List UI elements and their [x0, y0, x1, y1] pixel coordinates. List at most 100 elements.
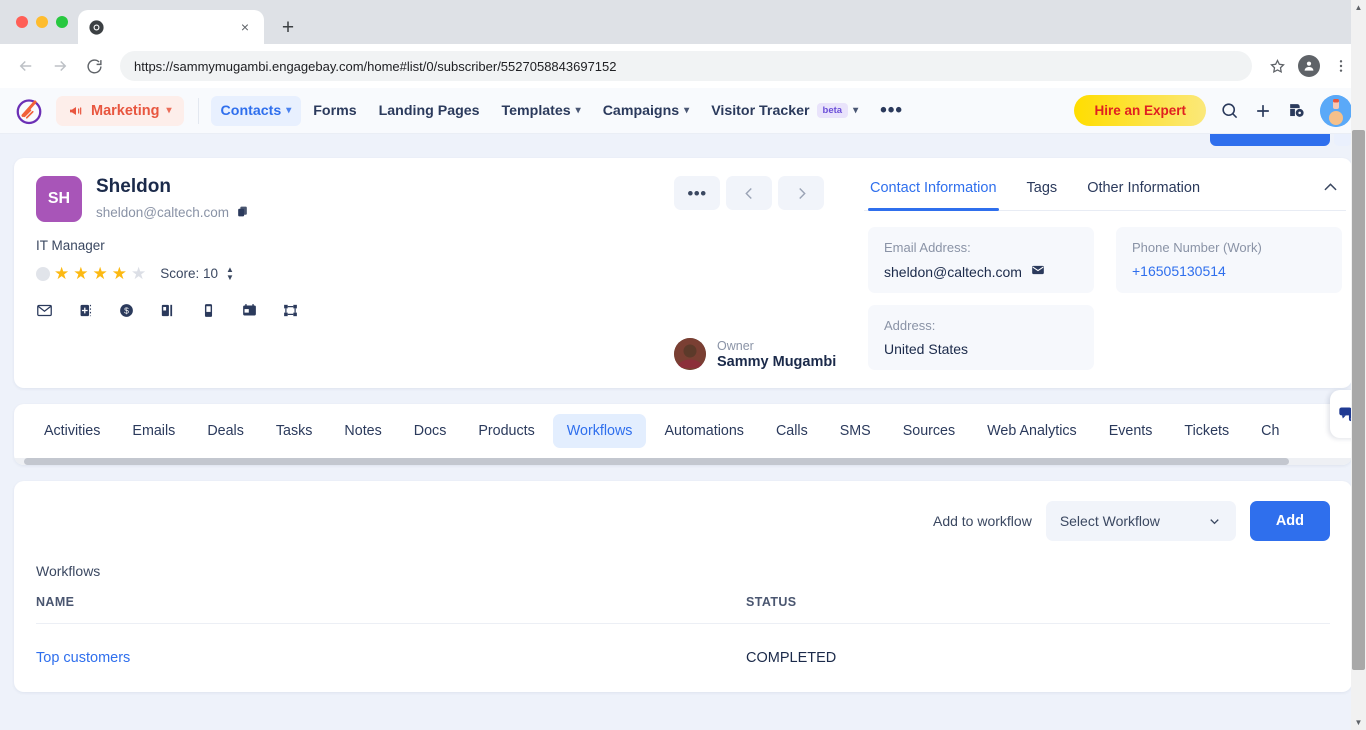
- minimize-window-button[interactable]: [36, 16, 48, 28]
- chrome-profile-icon[interactable]: [1296, 53, 1322, 79]
- contact-rating[interactable]: ★ ★ ★ ★ ★ Score: 10 ▲ ▼: [36, 265, 652, 282]
- previous-record-button[interactable]: [726, 176, 772, 210]
- new-tab-button[interactable]: +: [274, 13, 302, 41]
- field-label: Phone Number (Work): [1132, 240, 1262, 255]
- bookmark-star-icon[interactable]: [1264, 53, 1290, 79]
- envelope-icon[interactable]: [1031, 263, 1045, 280]
- nav-item-forms[interactable]: Forms: [303, 96, 366, 126]
- field-value-text: sheldon@caltech.com: [884, 263, 1022, 280]
- hire-an-expert-button[interactable]: Hire an Expert: [1074, 95, 1206, 126]
- tab-other-information[interactable]: Other Information: [1085, 176, 1202, 210]
- workflow-icon[interactable]: [282, 302, 299, 324]
- contact-score: Score: 10: [160, 266, 219, 281]
- chevron-right-icon: [798, 187, 806, 199]
- record-tab-docs[interactable]: Docs: [400, 414, 461, 448]
- nav-label: Forms: [313, 102, 357, 119]
- chevron-down-icon: [1210, 518, 1219, 524]
- search-icon[interactable]: [1220, 101, 1239, 120]
- star-icon[interactable]: ★: [93, 265, 108, 282]
- record-tab-calls[interactable]: Calls: [762, 414, 822, 448]
- primary-action-button-partial[interactable]: [1210, 134, 1330, 146]
- email-icon[interactable]: [36, 302, 53, 324]
- clear-rating-icon[interactable]: [36, 266, 50, 281]
- record-tab-automations[interactable]: Automations: [650, 414, 757, 448]
- workflows-table: NAME STATUS Top customers COMPLETED: [36, 595, 1330, 666]
- star-icon[interactable]: ★: [73, 265, 88, 282]
- more-dots: •••: [687, 183, 707, 203]
- record-tabs-scrollbar[interactable]: [14, 458, 1352, 465]
- record-tab-products[interactable]: Products: [464, 414, 548, 448]
- stepper-down-icon[interactable]: ▼: [226, 274, 234, 282]
- deal-icon[interactable]: $: [118, 302, 135, 324]
- workflow-select[interactable]: Select Workflow: [1045, 501, 1236, 541]
- contact-summary-card: SH Sheldon sheldon@caltech.com IT Manage…: [14, 158, 1352, 388]
- column-header-status: STATUS: [746, 595, 1330, 624]
- copy-icon[interactable]: [236, 205, 249, 221]
- record-tab-deals[interactable]: Deals: [193, 414, 258, 448]
- record-nav-buttons: •••: [674, 176, 864, 210]
- add-note-icon[interactable]: [77, 302, 94, 324]
- browser-tab[interactable]: ×: [78, 10, 264, 44]
- nav-item-contacts[interactable]: Contacts ▾: [210, 95, 302, 126]
- record-tab-web-analytics[interactable]: Web Analytics: [973, 414, 1091, 448]
- star-icon[interactable]: ★: [131, 265, 146, 282]
- record-tab-notes[interactable]: Notes: [330, 414, 395, 448]
- table-header-row: NAME STATUS: [36, 595, 1330, 624]
- scrollbar-up-arrow-icon[interactable]: ▲: [1351, 0, 1366, 15]
- secondary-action-button-partial[interactable]: [1334, 134, 1352, 146]
- record-tab-sms[interactable]: SMS: [826, 414, 885, 448]
- page-scrollbar-thumb[interactable]: [1352, 130, 1365, 670]
- scrollbar-down-arrow-icon[interactable]: ▼: [1351, 715, 1366, 730]
- forward-button[interactable]: [46, 52, 74, 80]
- workflow-name-link[interactable]: Top customers: [36, 650, 130, 666]
- nav-overflow-menu[interactable]: •••: [870, 101, 913, 120]
- next-record-button[interactable]: [778, 176, 824, 210]
- page-scrollbar[interactable]: ▲ ▼: [1351, 0, 1366, 730]
- stepper-up-icon[interactable]: ▲: [226, 266, 234, 274]
- close-window-button[interactable]: [16, 16, 28, 28]
- contact-email-text: sheldon@caltech.com: [96, 205, 230, 221]
- record-tab-sources[interactable]: Sources: [889, 414, 969, 448]
- chevron-down-icon: ▾: [286, 105, 292, 116]
- nav-label: Templates: [501, 102, 571, 119]
- score-stepper[interactable]: ▲ ▼: [226, 266, 234, 282]
- header-divider: [197, 97, 199, 124]
- record-tab-workflows[interactable]: Workflows: [552, 414, 647, 448]
- phone-icon[interactable]: [200, 302, 217, 324]
- nav-item-campaigns[interactable]: Campaigns ▾: [593, 96, 700, 126]
- record-tab-tasks[interactable]: Tasks: [262, 414, 327, 448]
- back-button[interactable]: [12, 52, 40, 80]
- task-icon[interactable]: [159, 302, 176, 324]
- plus-icon[interactable]: [1253, 101, 1273, 121]
- field-email-address: Email Address: sheldon@caltech.com: [868, 227, 1094, 293]
- contact-avatar-initials: SH: [36, 176, 82, 222]
- user-avatar[interactable]: [1320, 94, 1352, 127]
- nav-item-landing-pages[interactable]: Landing Pages: [369, 96, 490, 126]
- reload-button[interactable]: [80, 52, 108, 80]
- record-more-button[interactable]: •••: [674, 176, 720, 210]
- maximize-window-button[interactable]: [56, 16, 68, 28]
- record-tab-events[interactable]: Events: [1095, 414, 1167, 448]
- star-icon[interactable]: ★: [54, 265, 69, 282]
- nav-item-visitor-tracker[interactable]: Visitor Tracker beta ▾: [701, 96, 868, 126]
- record-tab-activities[interactable]: Activities: [30, 414, 114, 448]
- star-icon[interactable]: ★: [112, 265, 127, 282]
- record-tab-emails[interactable]: Emails: [118, 414, 189, 448]
- scrollbar-thumb[interactable]: [24, 458, 1289, 465]
- tab-tags[interactable]: Tags: [1025, 176, 1060, 210]
- engagebay-logo-icon[interactable]: [14, 96, 44, 126]
- add-workflow-button[interactable]: Add: [1249, 501, 1330, 541]
- record-tab-chats[interactable]: Ch: [1247, 414, 1293, 448]
- record-tab-tickets[interactable]: Tickets: [1170, 414, 1243, 448]
- phone-icon[interactable]: [1287, 101, 1306, 120]
- workflows-section-title: Workflows: [36, 563, 101, 579]
- module-switcher-marketing[interactable]: Marketing ▾: [56, 95, 184, 126]
- nav-item-templates[interactable]: Templates ▾: [492, 96, 591, 126]
- tab-contact-information[interactable]: Contact Information: [868, 176, 999, 211]
- chevron-up-icon[interactable]: [1321, 178, 1340, 202]
- field-value: sheldon@caltech.com: [884, 263, 1078, 280]
- address-bar[interactable]: https://sammymugambi.engagebay.com/home#…: [120, 51, 1252, 81]
- close-tab-icon[interactable]: ×: [236, 18, 254, 36]
- field-value[interactable]: +16505130514: [1132, 263, 1326, 279]
- calendar-icon[interactable]: [241, 302, 258, 324]
